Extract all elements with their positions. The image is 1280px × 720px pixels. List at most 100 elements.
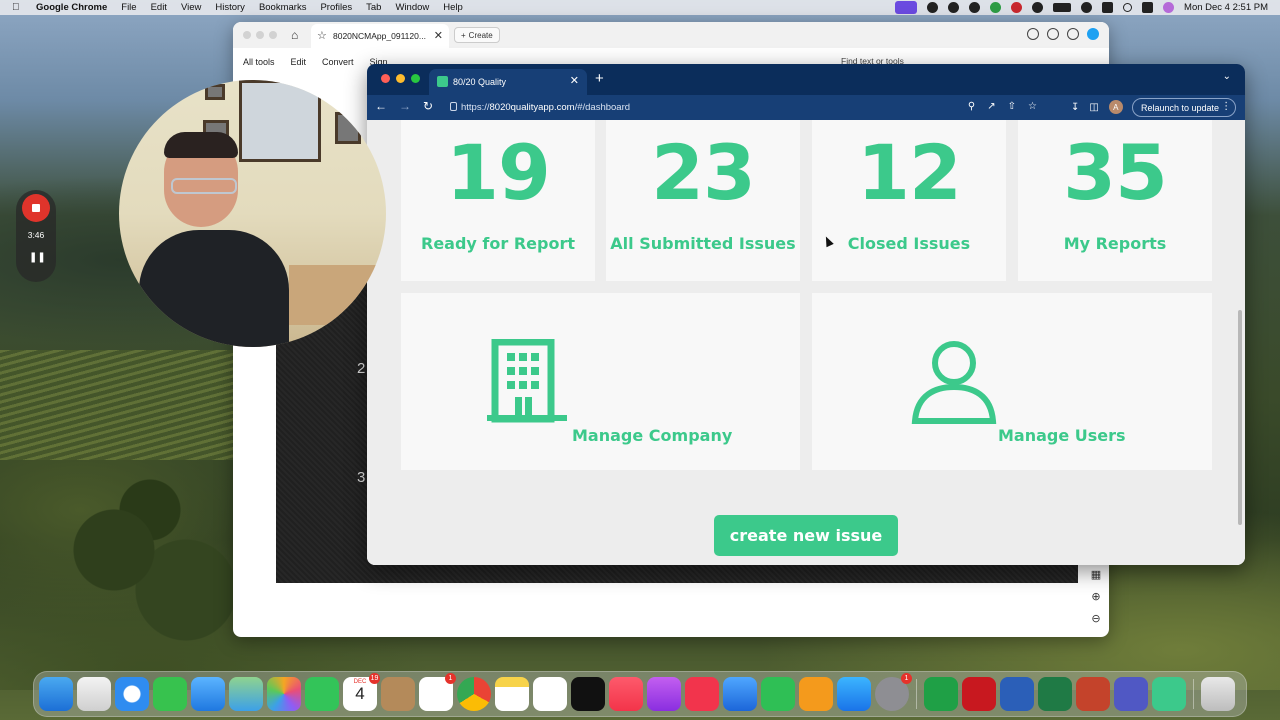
stat-card-ready-for-report[interactable]: 19 Ready for Report xyxy=(401,120,595,281)
evernote-icon[interactable] xyxy=(924,677,958,711)
facetime-icon[interactable] xyxy=(305,677,339,711)
trash-icon[interactable] xyxy=(1201,677,1235,711)
keynote-icon[interactable] xyxy=(723,677,757,711)
stat-card-closed-issues[interactable]: 12 Closed Issues xyxy=(812,120,1006,281)
launchpad-icon[interactable] xyxy=(77,677,111,711)
menu-profiles[interactable]: Profiles xyxy=(320,2,352,13)
contacts-icon[interactable] xyxy=(381,677,415,711)
minimize-window-button[interactable] xyxy=(396,74,405,83)
pause-icon[interactable]: ❚❚ xyxy=(29,252,46,264)
apple-menu-icon[interactable]:  xyxy=(12,2,22,13)
lock-icon[interactable] xyxy=(450,102,457,111)
bell-icon[interactable] xyxy=(1047,28,1059,40)
manage-company-label[interactable]: Manage Company xyxy=(572,426,732,445)
stat-card-all-submitted-issues[interactable]: 23 All Submitted Issues xyxy=(606,120,800,281)
download-icon[interactable]: ↧ xyxy=(1071,102,1079,113)
side-panel-icon[interactable]: ◫ xyxy=(1089,102,1098,113)
photos-icon[interactable] xyxy=(267,677,301,711)
zoom-window-button[interactable] xyxy=(411,74,420,83)
browser-tab-active[interactable]: 80/20 Quality ✕ xyxy=(429,69,587,95)
bookmark-star-icon[interactable]: ☆ xyxy=(1028,101,1037,112)
battery-icon[interactable] xyxy=(1053,3,1072,12)
control-center-icon[interactable] xyxy=(1142,2,1154,13)
help-icon[interactable] xyxy=(1027,28,1039,40)
reload-icon[interactable]: ↻ xyxy=(423,99,433,113)
menu-help[interactable]: Help xyxy=(443,2,463,13)
messages-icon[interactable] xyxy=(153,677,187,711)
profile-avatar[interactable]: A xyxy=(1108,100,1123,114)
stop-recording-button[interactable] xyxy=(22,194,50,222)
excel-icon[interactable] xyxy=(1038,677,1072,711)
menu-view[interactable]: View xyxy=(181,2,201,13)
pages-icon[interactable] xyxy=(799,677,833,711)
share-icon[interactable]: ⇧ xyxy=(1008,101,1016,112)
wifi-icon[interactable] xyxy=(1081,2,1093,13)
screen-recorder-status-icon[interactable] xyxy=(895,1,918,14)
close-icon[interactable]: ✕ xyxy=(434,29,443,42)
relaunch-to-update-button[interactable]: Relaunch to update xyxy=(1132,98,1237,117)
key-icon[interactable]: ⚲ xyxy=(968,101,975,112)
calendar-icon[interactable]: DEC 4 19 xyxy=(343,673,380,711)
safari-icon[interactable] xyxy=(115,677,149,711)
zoom-in-icon[interactable]: ⊕ xyxy=(1089,590,1103,604)
close-tab-icon[interactable]: ✕ xyxy=(570,74,579,87)
creative-cloud-status-icon[interactable] xyxy=(1032,2,1044,13)
star-icon[interactable]: ☆ xyxy=(317,29,327,42)
reminders-icon[interactable]: 1 xyxy=(419,673,456,711)
search-icon[interactable] xyxy=(1123,3,1133,12)
create-new-issue-button[interactable]: create new issue xyxy=(714,515,898,556)
app-store-icon[interactable] xyxy=(837,677,871,711)
back-arrow-icon[interactable]: ← xyxy=(375,99,387,113)
address-bar[interactable]: https://8020qualityapp.com/#/dashboard ⚲… xyxy=(445,98,1045,117)
finder-icon[interactable] xyxy=(39,677,73,711)
menu-tab[interactable]: Tab xyxy=(366,2,381,13)
menu-clock[interactable]: Mon Dec 4 2:51 PM xyxy=(1184,2,1268,13)
word-icon[interactable] xyxy=(1000,677,1034,711)
green-status-icon[interactable] xyxy=(990,2,1002,13)
menu-window[interactable]: Window xyxy=(395,2,429,13)
evernote-status-icon[interactable] xyxy=(969,2,981,13)
acrobat-window-controls[interactable] xyxy=(233,31,277,39)
chrome-icon[interactable] xyxy=(457,677,491,711)
page-scrollbar[interactable] xyxy=(1238,310,1242,525)
page-tools-icon[interactable]: ▦ xyxy=(1089,568,1103,582)
numbers-icon[interactable] xyxy=(761,677,795,711)
powerpoint-icon[interactable] xyxy=(1076,677,1110,711)
acrobat-menu-edit[interactable]: Edit xyxy=(291,57,307,67)
zoom-out-icon[interactable]: ⊖ xyxy=(1089,612,1103,626)
display-icon[interactable] xyxy=(1102,2,1114,13)
acrobat-icon[interactable] xyxy=(962,677,996,711)
dropbox-status-icon[interactable] xyxy=(1011,2,1023,13)
tab-search-chevron-icon[interactable]: ⌄ xyxy=(1223,71,1231,82)
stat-card-my-reports[interactable]: 35 My Reports xyxy=(1018,120,1212,281)
news-icon[interactable] xyxy=(685,677,719,711)
home-icon[interactable]: ⌂ xyxy=(291,28,298,42)
open-in-app-icon[interactable]: ↗ xyxy=(987,101,995,112)
menu-edit[interactable]: Edit xyxy=(151,2,167,13)
create-button[interactable]: + Create xyxy=(454,27,500,43)
menu-history[interactable]: History xyxy=(215,2,245,13)
apple-tv-icon[interactable] xyxy=(571,677,605,711)
forward-arrow-icon[interactable]: → xyxy=(399,99,411,113)
close-window-button[interactable] xyxy=(381,74,390,83)
freeform-icon[interactable] xyxy=(533,677,567,711)
menu-bookmarks[interactable]: Bookmarks xyxy=(259,2,307,13)
music-icon[interactable] xyxy=(609,677,643,711)
menu-app-name[interactable]: Google Chrome xyxy=(36,2,107,13)
siri-icon[interactable] xyxy=(1163,2,1175,13)
gear-status-icon[interactable] xyxy=(927,2,939,13)
notes-icon[interactable] xyxy=(495,677,529,711)
acrobat-document-tab[interactable]: ☆ 8020NCMApp_091120... ✕ xyxy=(311,24,449,48)
account-icon[interactable] xyxy=(1087,28,1099,40)
acrobat-menu-convert[interactable]: Convert xyxy=(322,57,354,67)
new-tab-button[interactable]: + xyxy=(595,70,604,87)
system-settings-icon[interactable]: 1 xyxy=(875,673,912,711)
mail-icon[interactable] xyxy=(191,677,225,711)
8020-quality-app-icon[interactable] xyxy=(1152,677,1186,711)
maps-icon[interactable] xyxy=(229,677,263,711)
menu-file[interactable]: File xyxy=(121,2,136,13)
podcasts-icon[interactable] xyxy=(647,677,681,711)
chatgpt-status-icon[interactable] xyxy=(948,2,960,13)
teams-icon[interactable] xyxy=(1114,677,1148,711)
acrobat-menu-all-tools[interactable]: All tools xyxy=(243,57,275,67)
